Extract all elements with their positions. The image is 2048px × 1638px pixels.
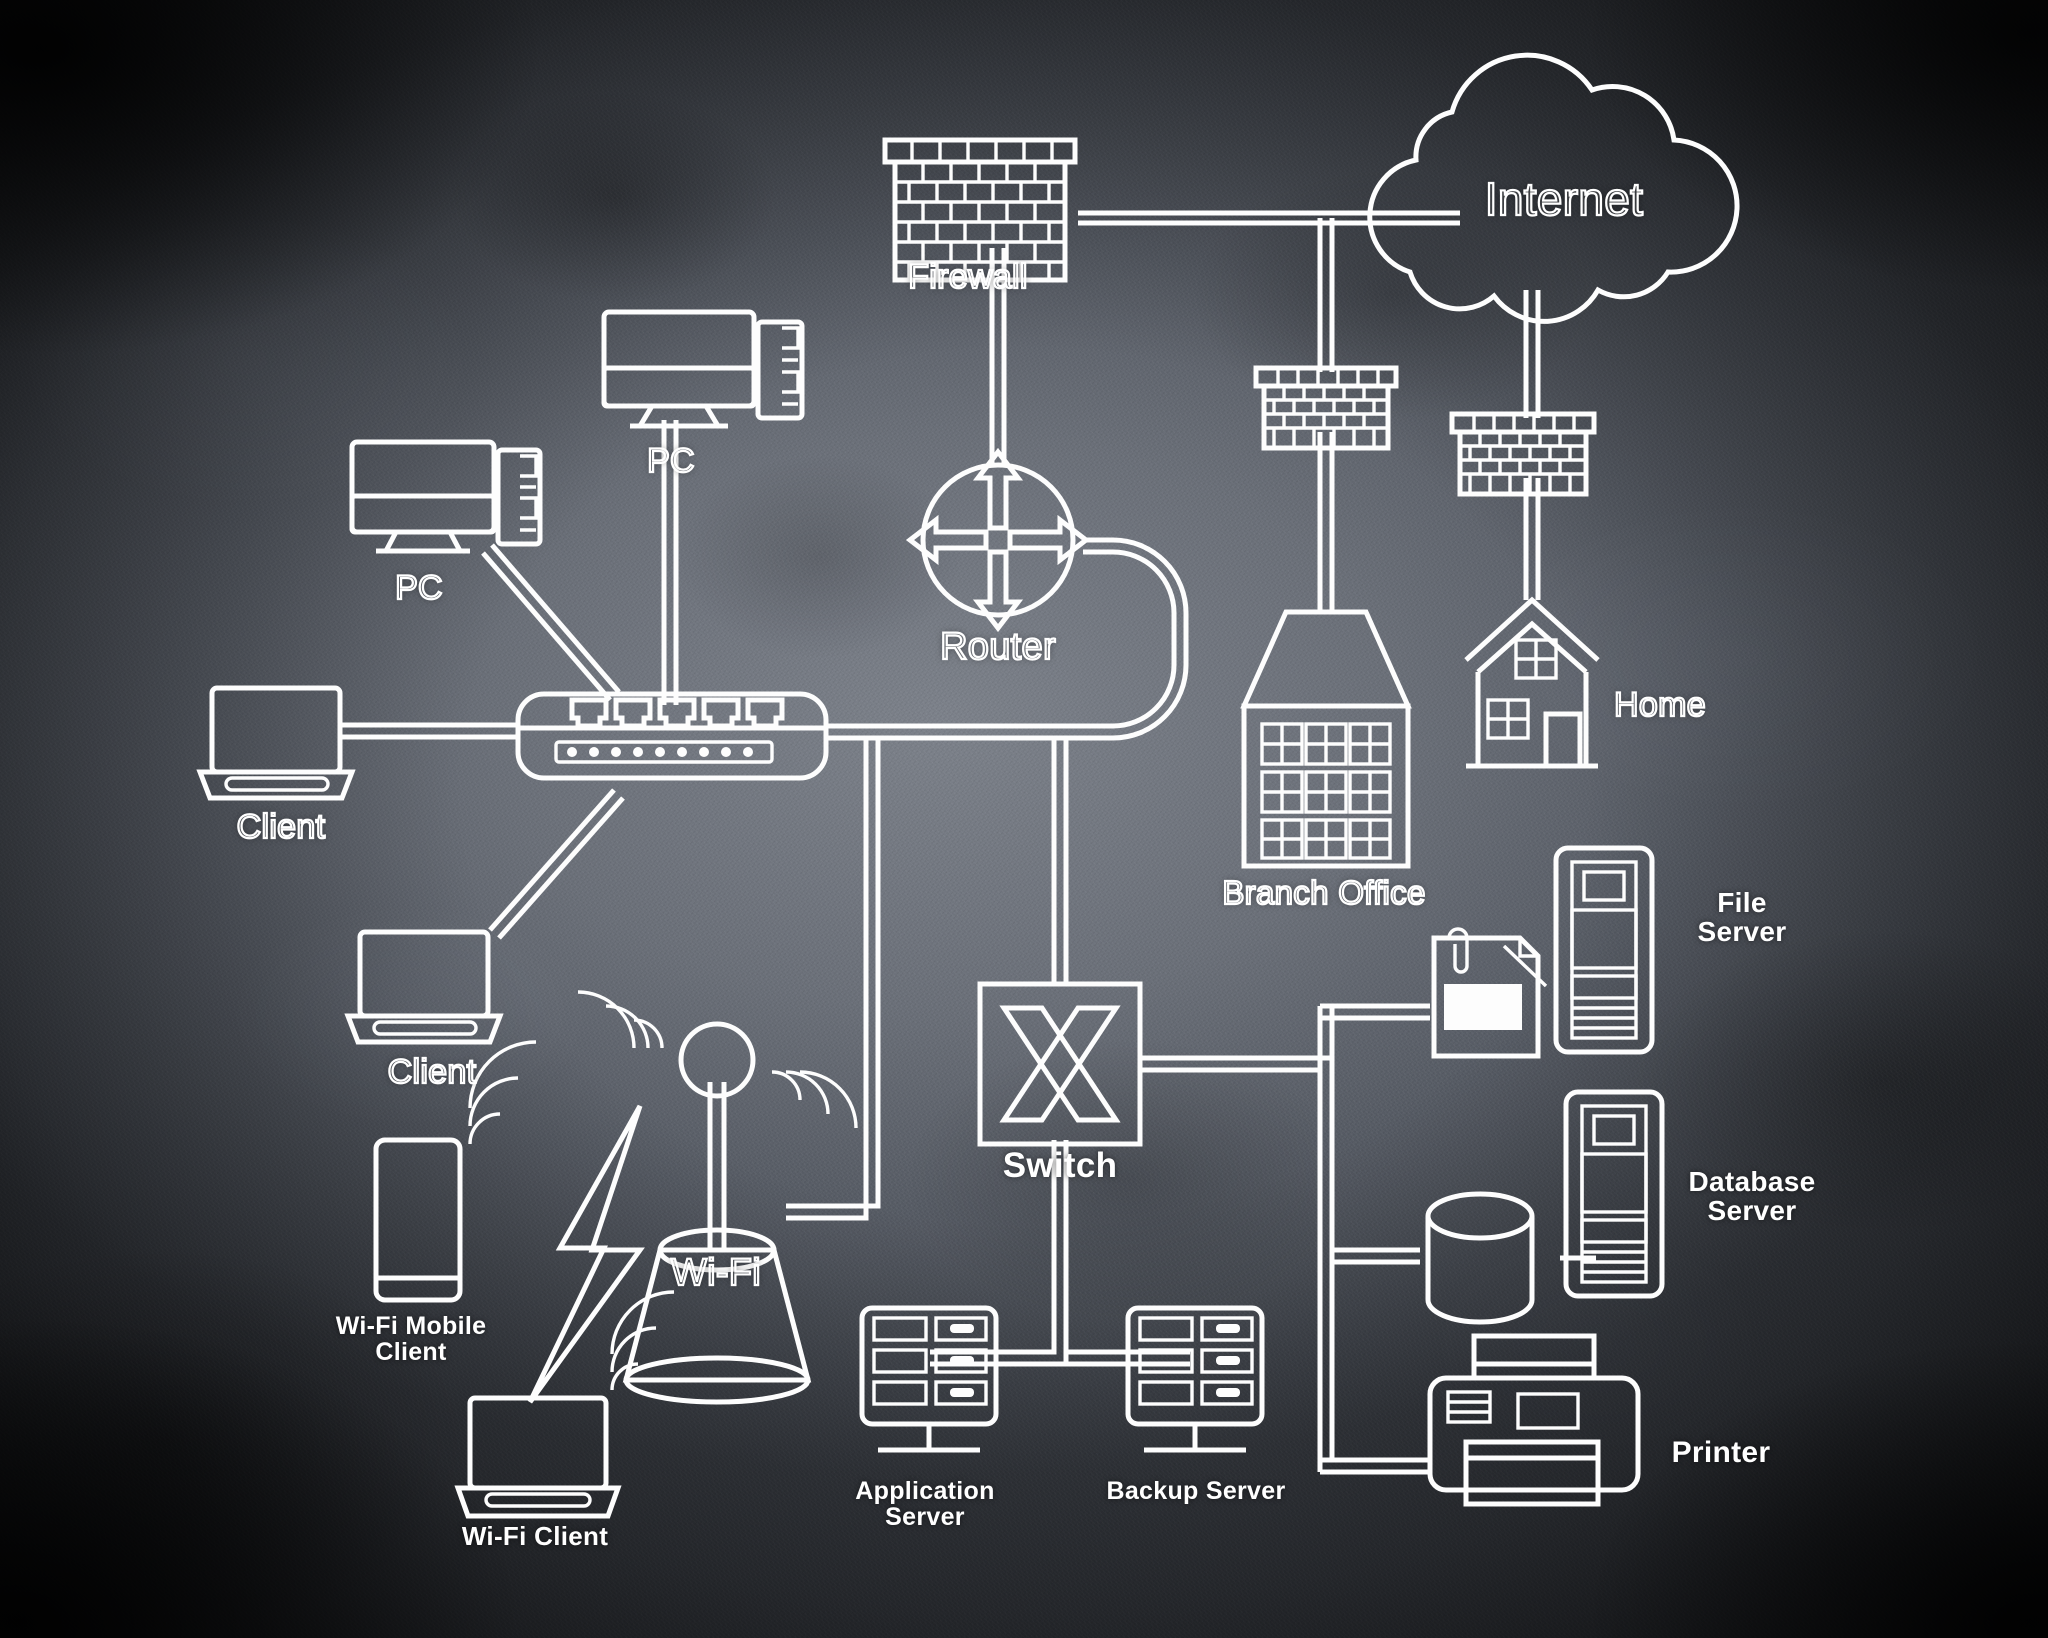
document-attach-icon[interactable] xyxy=(1431,927,1548,1059)
link-riser-database xyxy=(1332,1247,1420,1265)
tower-server-icon-file[interactable] xyxy=(1553,845,1655,1055)
label-pc-top: PC xyxy=(646,442,696,480)
label-branch-office: Branch Office xyxy=(1221,874,1426,911)
laptop-icon-client-2[interactable] xyxy=(344,929,504,1045)
label-client-1: Client xyxy=(236,808,327,846)
link-hub-client-2 xyxy=(488,788,625,940)
label-firewall: Firewall xyxy=(907,258,1028,296)
link-hub-client-1 xyxy=(341,722,516,740)
link-switch-right-riser xyxy=(1140,1003,1430,1475)
label-backup-server: Backup Server xyxy=(1106,1477,1286,1505)
label-home: Home xyxy=(1613,686,1707,724)
brick-wall-branch-icon[interactable] xyxy=(1253,365,1399,451)
label-client-2: Client xyxy=(387,1053,478,1091)
wifi-antenna-icon[interactable] xyxy=(577,990,858,1405)
label-wifi-client: Wi-Fi Client xyxy=(461,1521,609,1551)
label-internet: Internet xyxy=(1484,173,1644,225)
brick-wall-home-icon[interactable] xyxy=(1449,411,1597,497)
house-icon[interactable] xyxy=(1464,596,1600,769)
label-wifi: Wi-Fi xyxy=(670,1252,762,1294)
network-diagram-canvas: Firewall Internet PC PC Router Branch Of… xyxy=(0,0,2048,1638)
label-wifi-mobile: Wi-Fi Mobile Client xyxy=(335,1312,487,1367)
link-hub-switch xyxy=(1051,738,1069,985)
wifi-waves-right-icon xyxy=(771,1070,858,1129)
rack-server-icon-app[interactable] xyxy=(859,1305,999,1453)
label-switch: Switch xyxy=(1002,1146,1118,1185)
office-building-icon[interactable] xyxy=(1240,609,1412,869)
rack-server-icon-backup[interactable] xyxy=(1125,1305,1265,1453)
link-hub-bus-vertical xyxy=(786,738,881,1221)
label-file-server: File Server xyxy=(1697,887,1787,948)
wifi-waves-left-icon xyxy=(577,990,664,1049)
label-printer: Printer xyxy=(1671,1436,1771,1469)
label-router: Router xyxy=(939,626,1057,668)
label-database-server: Database Server xyxy=(1688,1166,1816,1227)
link-firewall-internet xyxy=(1078,210,1460,226)
desktop-pc-icon-top[interactable] xyxy=(601,309,805,429)
printer-icon[interactable] xyxy=(1427,1333,1641,1507)
database-cylinder-icon[interactable] xyxy=(1425,1191,1535,1325)
link-hub-pc-left xyxy=(481,543,621,702)
link-branch-firewall-office xyxy=(1317,432,1335,612)
switch-x-icon[interactable] xyxy=(977,981,1143,1147)
tower-server-icon-database[interactable] xyxy=(1563,1089,1665,1299)
label-pc-left: PC xyxy=(394,569,444,607)
network-hub-icon[interactable] xyxy=(515,691,829,781)
laptop-icon-client-1[interactable] xyxy=(196,685,356,801)
link-internet-home-firewall xyxy=(1523,290,1541,418)
link-internet-branch-firewall xyxy=(1317,218,1335,372)
label-application-server: Application Server xyxy=(855,1477,995,1532)
router-icon[interactable] xyxy=(905,447,1091,633)
desktop-pc-icon-left[interactable] xyxy=(349,439,543,554)
